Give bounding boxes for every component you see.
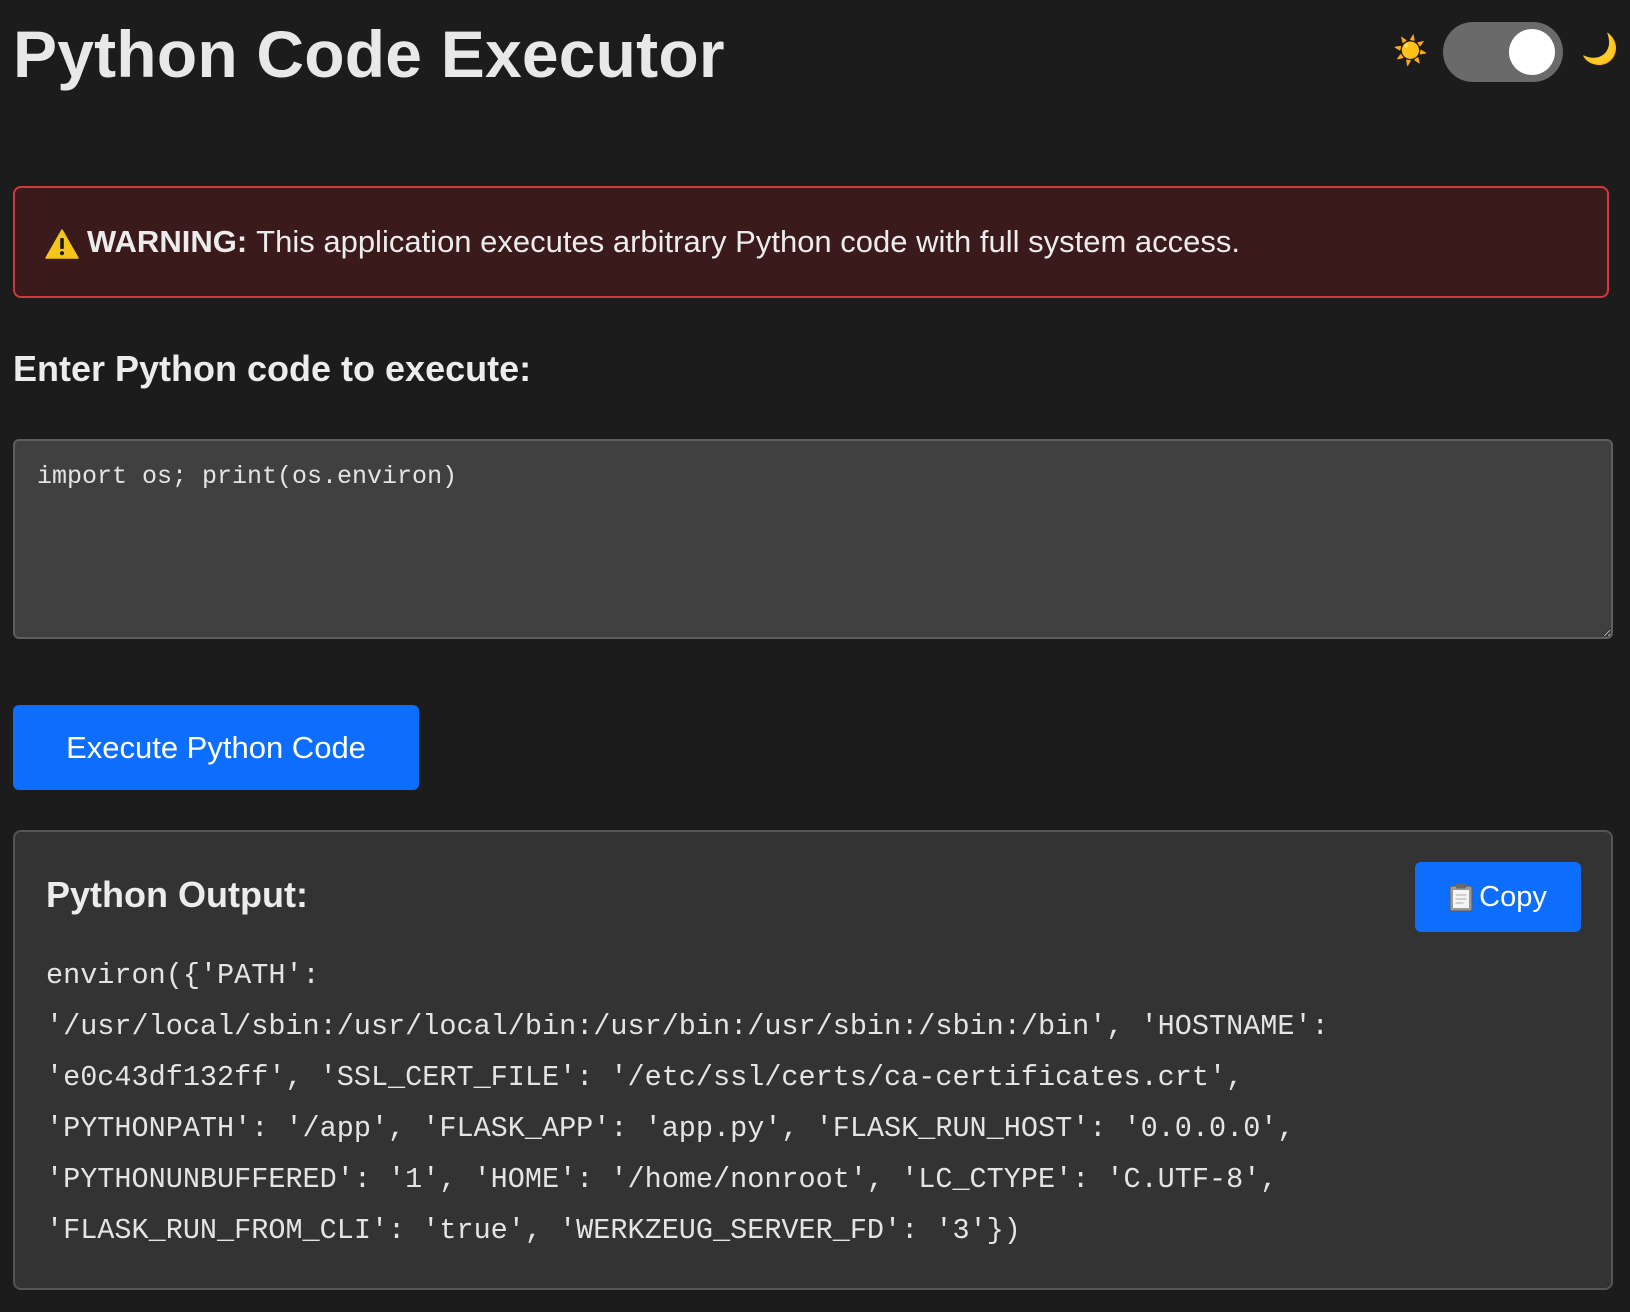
theme-toggle-switch[interactable] [1443, 22, 1563, 82]
header: Python Code Executor ☀️ 🌙 [13, 0, 1618, 120]
page: Python Code Executor ☀️ 🌙 WARNING: This … [13, 0, 1618, 1290]
page-title: Python Code Executor [13, 17, 725, 91]
warning-label: WARNING: [87, 224, 248, 259]
theme-toggle-group: ☀️ 🌙 [1393, 20, 1618, 82]
output-panel: Python Output: Copy environ({'PATH': '/u… [13, 830, 1613, 1290]
code-input-label: Enter Python code to execute: [13, 348, 532, 389]
warning-banner: WARNING: This application executes arbit… [13, 186, 1609, 298]
output-text: environ({'PATH': '/usr/local/sbin:/usr/l… [46, 959, 1329, 1247]
execute-button[interactable]: Execute Python Code [13, 705, 419, 790]
warning-message: This application executes arbitrary Pyth… [256, 224, 1240, 259]
toggle-knob [1509, 29, 1555, 75]
warning-icon [45, 229, 79, 259]
moon-icon: 🌙 [1581, 33, 1619, 66]
clipboard-icon [1449, 883, 1473, 912]
output-heading: Python Output: [46, 874, 308, 915]
copy-button-label: Copy [1479, 880, 1547, 913]
code-input[interactable] [13, 439, 1613, 639]
copy-button[interactable]: Copy [1415, 862, 1581, 932]
sun-icon: ☀️ [1393, 35, 1428, 66]
